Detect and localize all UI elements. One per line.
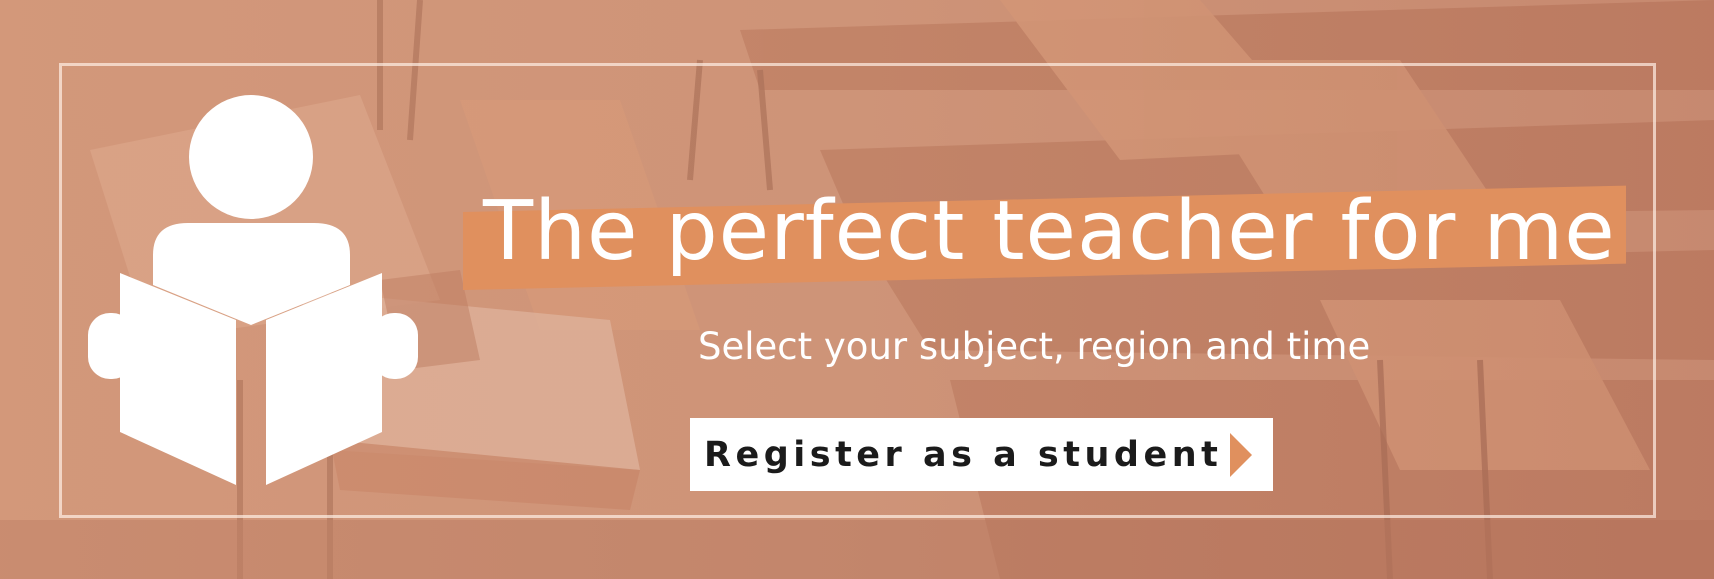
- reading-person-icon: [88, 95, 418, 485]
- hero-banner: The perfect teacher for me Select your s…: [0, 0, 1714, 579]
- headline-block: The perfect teacher for me: [463, 182, 1626, 292]
- register-student-button[interactable]: Register as a student: [690, 418, 1273, 491]
- register-student-button-label: Register as a student: [704, 434, 1223, 475]
- headline: The perfect teacher for me: [483, 184, 1616, 279]
- subheadline: Select your subject, region and time: [698, 325, 1371, 368]
- caret-right-icon: [1230, 433, 1252, 477]
